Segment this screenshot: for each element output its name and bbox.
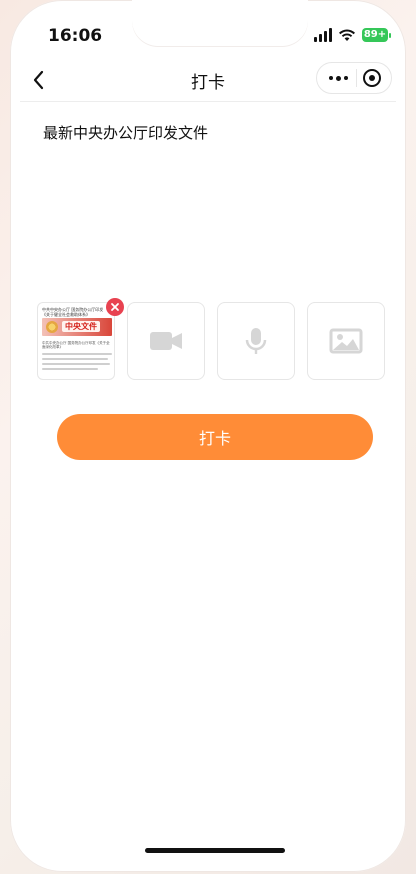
status-bar: 16:06 89+ bbox=[10, 26, 406, 50]
signal-icon bbox=[314, 28, 332, 42]
post-text[interactable]: 最新中央办公厅印发文件 bbox=[43, 122, 208, 143]
phone-screen: 16:06 89+ 打卡 最新中央办公厅印发文件 中共中央办公厅 国务院办公厅印… bbox=[10, 0, 406, 872]
close-icon bbox=[111, 303, 119, 311]
home-indicator bbox=[145, 848, 285, 853]
video-camera-icon bbox=[150, 332, 182, 350]
more-icon[interactable] bbox=[327, 68, 349, 88]
thumbnail-body bbox=[42, 353, 112, 373]
status-time: 16:06 bbox=[48, 26, 103, 46]
emblem-icon bbox=[46, 321, 58, 333]
wifi-icon bbox=[339, 29, 355, 41]
punch-in-button[interactable]: 打卡 bbox=[57, 414, 373, 460]
miniprogram-capsule bbox=[316, 62, 392, 94]
media-row: 中共中央办公厅 国务院办公厅印发《关于健全社会救助体系》 中央文件 中共中央办公… bbox=[37, 302, 385, 380]
delete-image-button[interactable] bbox=[106, 298, 124, 316]
image-icon bbox=[329, 328, 363, 354]
navbar: 打卡 bbox=[10, 60, 406, 100]
microphone-icon bbox=[245, 328, 267, 354]
thumbnail-headline: 中共中央办公厅 国务院办公厅印发《关于健全社会救助体系》 bbox=[42, 307, 104, 317]
add-video-slot[interactable] bbox=[127, 302, 205, 380]
add-audio-slot[interactable] bbox=[217, 302, 295, 380]
thumbnail-banner-title: 中央文件 bbox=[62, 321, 100, 332]
uploaded-image-thumbnail[interactable]: 中共中央办公厅 国务院办公厅印发《关于健全社会救助体系》 中央文件 中共中央办公… bbox=[37, 302, 115, 380]
add-image-slot[interactable] bbox=[307, 302, 385, 380]
navbar-divider bbox=[20, 101, 396, 102]
thumbnail-banner: 中央文件 bbox=[42, 318, 112, 336]
capsule-divider bbox=[355, 69, 357, 87]
status-icons: 89+ bbox=[314, 28, 391, 42]
thumbnail-subline: 中共中央办公厅 国务院办公厅印发《关于全面深化改革》 bbox=[42, 341, 110, 349]
battery-icon: 89+ bbox=[362, 28, 391, 42]
target-icon[interactable] bbox=[363, 69, 381, 87]
